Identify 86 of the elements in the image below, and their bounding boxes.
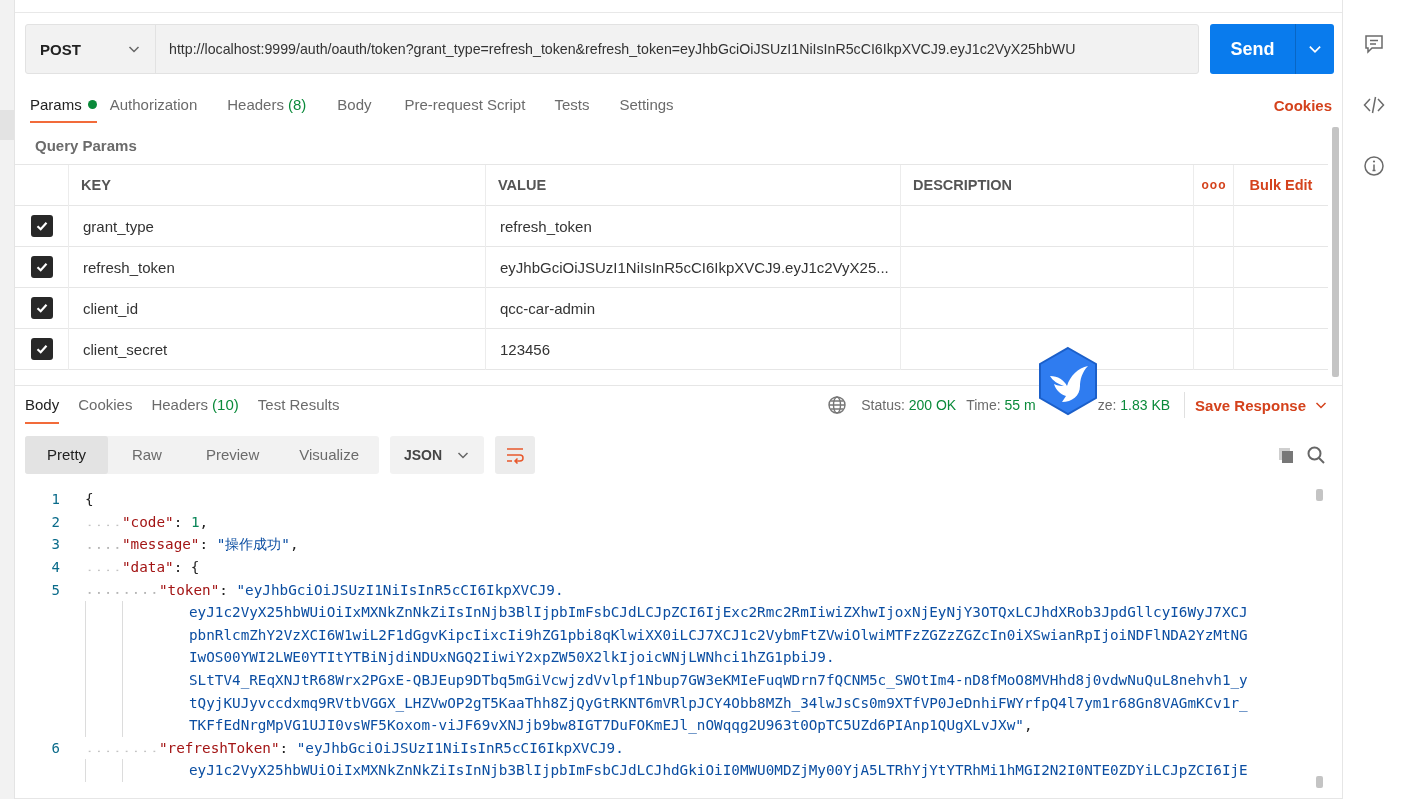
line-number: 3: [50, 536, 61, 553]
json-punctuation: :: [279, 739, 290, 756]
check-icon: [35, 301, 49, 315]
line-number: 4: [50, 559, 61, 576]
request-tab[interactable]: Tests: [554, 88, 590, 123]
json-string: "eyJhbGciOiJSUzI1NiIsInR5cCI6IkpXVCJ9.: [296, 739, 624, 756]
scrollbar-thumb[interactable]: [1315, 489, 1323, 501]
json-punctuation: :: [219, 581, 229, 598]
json-punctuation: : {: [173, 559, 200, 576]
check-icon: [35, 219, 49, 233]
response-tab[interactable]: Test Results: [257, 386, 340, 424]
request-tab[interactable]: Params: [30, 88, 97, 123]
json-string: pbnRlcmZhY2VzXCI6W1wiL2F1dGgvKipcIixcIi9hZG1pbi8qKlwiXX0iLCJ7XCJ1c2VybmFtZVwiOlwiMTFzZGZzZGZcIn0iXSwianRpIjoiNDFlNDA2YzMtNG: [189, 626, 1248, 643]
table-cell-text: client_id: [82, 298, 140, 319]
status-text: ze: 1.83 KB: [1097, 397, 1171, 413]
table-cell-text: 123456: [499, 339, 552, 360]
search-icon[interactable]: [1306, 444, 1326, 465]
column-header: KEY: [80, 176, 112, 195]
json-punctuation: :: [199, 536, 210, 553]
json-string: SLtTV4_REqXNJtR68Wrx2PGxE-QBJEup9DTbq5mGiVcwjzdVvlpf1Nbup7GW3eKMIeFuqWDrn7fQCNM5c_SWOtIm4-nD8fMoO8MVHhd8j0vdwNuQuL8nehvh1_y: [189, 672, 1248, 689]
json-punctuation: ,: [1023, 717, 1033, 734]
scrollbar-thumb[interactable]: [1331, 127, 1339, 377]
section-title: Query Params: [34, 136, 138, 156]
wrap-lines-icon: [505, 445, 526, 464]
json-key: "code": [122, 513, 174, 530]
table-cell-text: client_secret: [82, 339, 169, 360]
scrollbar-thumb[interactable]: [1315, 776, 1323, 788]
json-punctuation: ,: [289, 536, 299, 553]
json-string: "eyJhbGciOiJSUzI1NiIsInR5cCI6IkpXVCJ9.: [236, 581, 564, 598]
json-punctuation: {: [85, 491, 94, 508]
response-tab[interactable]: Cookies: [78, 386, 133, 424]
json-key: "refreshToken": [159, 739, 280, 756]
response-tab[interactable]: Body: [25, 386, 60, 424]
cookies-link[interactable]: Cookies: [1273, 97, 1332, 114]
json-punctuation: ,: [199, 513, 209, 530]
save-response-button[interactable]: Save Response: [1195, 396, 1332, 414]
info-icon[interactable]: [1362, 155, 1385, 177]
status-text: Status: 200 OK: [861, 397, 957, 413]
globe-icon[interactable]: [827, 395, 848, 415]
view-mode-tab[interactable]: Preview: [185, 435, 280, 474]
json-key: "token": [159, 581, 220, 598]
request-tab[interactable]: Body: [337, 88, 372, 123]
column-header: DESCRIPTION: [912, 176, 1014, 195]
json-string: eyJ1c2VyX25hbWUiOiIxMXNkZnNkZiIsInNjb3BlIjpbImFsbCJdLCJhdGkiOiI0MWU0MDZjMy00YjA5LTRhYjYtYTRhMi1hMGI2N2I0NTE0ZDYiLCJpZCI6IjE: [189, 762, 1248, 779]
count-label: (8): [287, 96, 307, 113]
json-string: IwOS00YWI2LWE0YTItYTBiNjdiNDUxNGQ2IiwiY2xpZW50X2lkIjoicWNjLWNhci1hZG1pbiJ9.: [189, 649, 835, 666]
checkbox[interactable]: [31, 256, 53, 278]
checkbox[interactable]: [31, 338, 53, 360]
request-tab[interactable]: Headers (8): [227, 88, 307, 123]
check-icon: [35, 260, 49, 274]
request-tab[interactable]: Authorization: [109, 88, 198, 123]
code-icon[interactable]: [1362, 94, 1385, 116]
view-mode-tab[interactable]: Raw: [108, 435, 186, 474]
line-number: 2: [50, 513, 61, 530]
view-mode-tab[interactable]: Visualize: [279, 435, 379, 474]
line-number: 1: [50, 491, 61, 508]
json-string: "操作成功": [216, 535, 290, 554]
json-string: eyJ1c2VyX25hbWUiOiIxMXNkZnNkZiIsInNjb3BlIjpbImFsbCJdLCJpZCI6IjExc2Rmc2RmIiwiZXhwIjoxNjEyNjY3OTQxLCJhdXRob3JpdGllcyI6WyJ7XCJ: [189, 604, 1248, 621]
request-tab[interactable]: Pre-request Script: [404, 88, 526, 123]
table-cell-text: grant_type: [82, 216, 155, 237]
json-key: "data": [122, 559, 174, 576]
comment-icon[interactable]: [1362, 33, 1385, 55]
column-header: VALUE: [497, 176, 548, 195]
table-cell-text: qcc-car-admin: [499, 298, 597, 319]
response-tab[interactable]: Headers (10): [151, 386, 239, 424]
table-cell-text: refresh_token: [82, 257, 176, 278]
bulk-edit-link[interactable]: Bulk Edit: [1234, 165, 1328, 205]
checkbox[interactable]: [31, 297, 53, 319]
checkbox[interactable]: [31, 215, 53, 237]
wrap-lines-button[interactable]: [495, 435, 536, 474]
view-mode-tab[interactable]: Pretty: [25, 435, 108, 474]
line-number: 6: [50, 739, 61, 756]
status-text: Time: 55 m: [966, 397, 1036, 413]
request-tab[interactable]: Settings: [619, 88, 674, 123]
line-number: 5: [50, 581, 61, 598]
count-label: (10): [212, 395, 239, 413]
more-options-button[interactable]: ooo: [1194, 165, 1234, 205]
json-punctuation: :: [173, 513, 184, 530]
json-number: 1: [190, 513, 200, 530]
check-icon: [35, 342, 49, 356]
table-cell-text: eyJhbGciOiJSUzI1NiIsInR5cCI6IkpXVCJ9.eyJ1c2VyX25...: [499, 257, 890, 278]
table-cell-text: refresh_token: [499, 216, 593, 237]
format-select[interactable]: JSON: [390, 435, 485, 474]
json-key: "message": [122, 536, 200, 553]
json-string: tQyjKUJyvccdxmq9RVtbVGGX_LHZVwOP2gT5KaaThh8ZjQyGtRKNT6mVRlpJCY4Obb8MZh_34lwJsCs0m9XTfVP0JeDnhiFWYrfpQ4l7ym1r68Gn8VAGmKCv1r_: [189, 694, 1248, 711]
json-string: TKFfEdNrgMpVG1UJI0vsWF5Koxom-viJF69vXNJjb9bw8IGT7DuFOKmEJl_nOWqqg2U963t0OpTC5UZd6PIAnp1QUgXLvJXw": [189, 717, 1024, 734]
